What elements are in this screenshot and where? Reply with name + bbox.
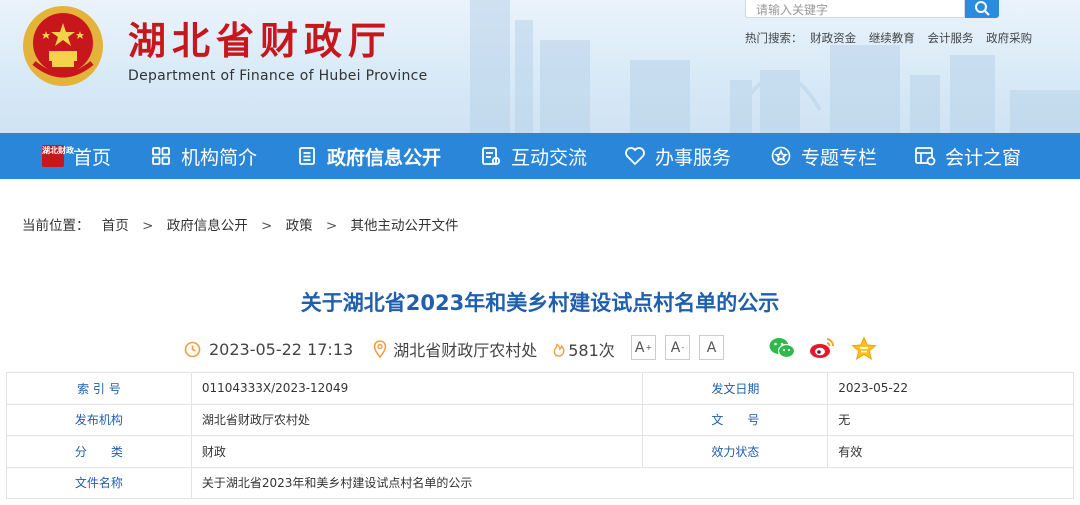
info-value-publisher: 湖北省财政厅农村处 [190,403,644,436]
hot-search-label: 热门搜索： [745,31,803,45]
info-key-doc-number: 文 号 [642,403,829,436]
grid-icon [150,145,172,167]
hot-search-term[interactable]: 继续教育 [869,31,915,45]
info-key-category: 分 类 [6,435,192,468]
nav-item-about[interactable]: 机构简介 [150,133,257,179]
favorite-button[interactable] [850,335,878,361]
search-button[interactable] [965,0,999,18]
info-value-doc-number: 无 [827,403,1074,436]
publish-datetime: 2023-05-22 17:13 [209,339,354,359]
info-value-file-name: 关于湖北省2023年和美乡村建设试点村名单的公示 [190,466,1075,499]
weibo-icon [810,338,835,358]
breadcrumb: 当前位置： 首页 > 政府信息公开 > 政策 > 其他主动公开文件 [22,214,459,234]
site-title: 湖北省财政厅 [128,18,393,63]
hot-search-term[interactable]: 会计服务 [927,31,973,45]
article-title: 关于湖北省2023年和美乡村建设试点村名单的公示 [300,291,780,315]
national-emblem-logo [23,6,103,86]
breadcrumb-item-other[interactable]: 其他主动公开文件 [351,218,459,234]
star-circle-icon [770,145,792,167]
site-header: 湖北省财政厅 Department of Finance of Hubei Pr… [0,0,1080,133]
star-icon [851,335,877,360]
nav-item-label: 机构简介 [181,146,258,169]
heart-icon [624,145,646,167]
info-key-validity: 效力状态 [642,435,829,468]
article-meta: 2023-05-22 17:13 湖北省财政厅农村处 581次 [184,336,615,362]
city-skyline-illustration [470,0,1080,133]
nav-item-label: 首页 [73,146,112,169]
flame-icon [553,343,565,357]
nav-item-interaction[interactable]: 互动交流 [480,133,587,179]
nav-item-label: 互动交流 [511,146,588,169]
font-decrease-button[interactable]: A- [665,335,690,360]
window-icon [914,145,936,167]
hot-search-term[interactable]: 财政资金 [810,31,856,45]
publish-department: 湖北省财政厅农村处 [393,341,538,360]
main-nav: 湖北财政 首页 机构简介 政府信息公开 互动交流 办事服务 专题专栏 会计之窗 [0,133,1080,179]
search-icon [975,1,990,16]
nav-item-label: 政府信息公开 [327,146,442,169]
font-reset-button[interactable]: A [699,335,724,360]
home-badge-icon: 湖北财政 [42,145,74,167]
info-key-publisher: 发布机构 [6,403,192,436]
chat-doc-icon [480,145,502,167]
breadcrumb-separator: > [142,218,154,234]
info-value-validity: 有效 [827,435,1074,468]
info-value-issue-date: 2023-05-22 [827,372,1074,405]
document-info-table: 索 引 号 01104333X/2023-12049 发文日期 2023-05-… [6,372,1075,499]
weibo-share-button[interactable] [808,335,836,361]
info-value-index: 01104333X/2023-12049 [190,372,644,405]
table-row: 分 类 财政 效力状态 有效 [6,435,1074,468]
site-subtitle: Department of Finance of Hubei Province [128,68,428,84]
wechat-share-button[interactable] [768,335,796,361]
info-value-category: 财政 [190,435,644,468]
table-row: 索 引 号 01104333X/2023-12049 发文日期 2023-05-… [6,372,1074,405]
font-increase-button[interactable]: A + [631,335,656,360]
hot-search-term[interactable]: 政府采购 [986,31,1032,45]
breadcrumb-label: 当前位置： [22,218,90,234]
font-button-label: A [634,339,645,356]
breadcrumb-item-policy[interactable]: 政策 [286,218,313,234]
document-icon [296,145,318,167]
nav-item-info-public[interactable]: 政府信息公开 [296,133,441,179]
hot-search: 热门搜索： 财政资金 继续教育 会计服务 政府采购 [745,30,1041,46]
info-key-index: 索 引 号 [6,372,192,405]
breadcrumb-item-info-public[interactable]: 政府信息公开 [167,218,248,234]
home-badge-text: 湖北财政 [42,145,74,167]
nav-item-services[interactable]: 办事服务 [624,133,731,179]
breadcrumb-separator: > [261,218,273,234]
nav-item-label: 办事服务 [655,146,732,169]
info-key-issue-date: 发文日期 [642,372,829,405]
nav-item-topics[interactable]: 专题专栏 [770,133,877,179]
wechat-icon [769,338,796,359]
table-row: 发布机构 湖北省财政厅农村处 文 号 无 [6,403,1074,436]
font-button-label: A [706,339,717,356]
clock-icon [184,341,201,357]
font-button-label: A [670,339,681,356]
view-count: 581次 [553,337,615,361]
table-row: 文件名称 关于湖北省2023年和美乡村建设试点村名单的公示 [6,466,1075,499]
info-key-file-name: 文件名称 [6,466,192,499]
view-count-text: 581次 [568,341,615,360]
breadcrumb-item-home[interactable]: 首页 [102,218,129,234]
nav-item-accounting[interactable]: 会计之窗 [914,133,1021,179]
breadcrumb-separator: > [325,218,338,234]
nav-item-label: 会计之窗 [945,146,1022,169]
search-input[interactable]: 请输入关键字 [745,0,965,18]
nav-item-home[interactable]: 湖北财政 首页 [42,133,111,179]
nav-item-label: 专题专栏 [801,146,878,169]
location-icon [373,340,387,358]
